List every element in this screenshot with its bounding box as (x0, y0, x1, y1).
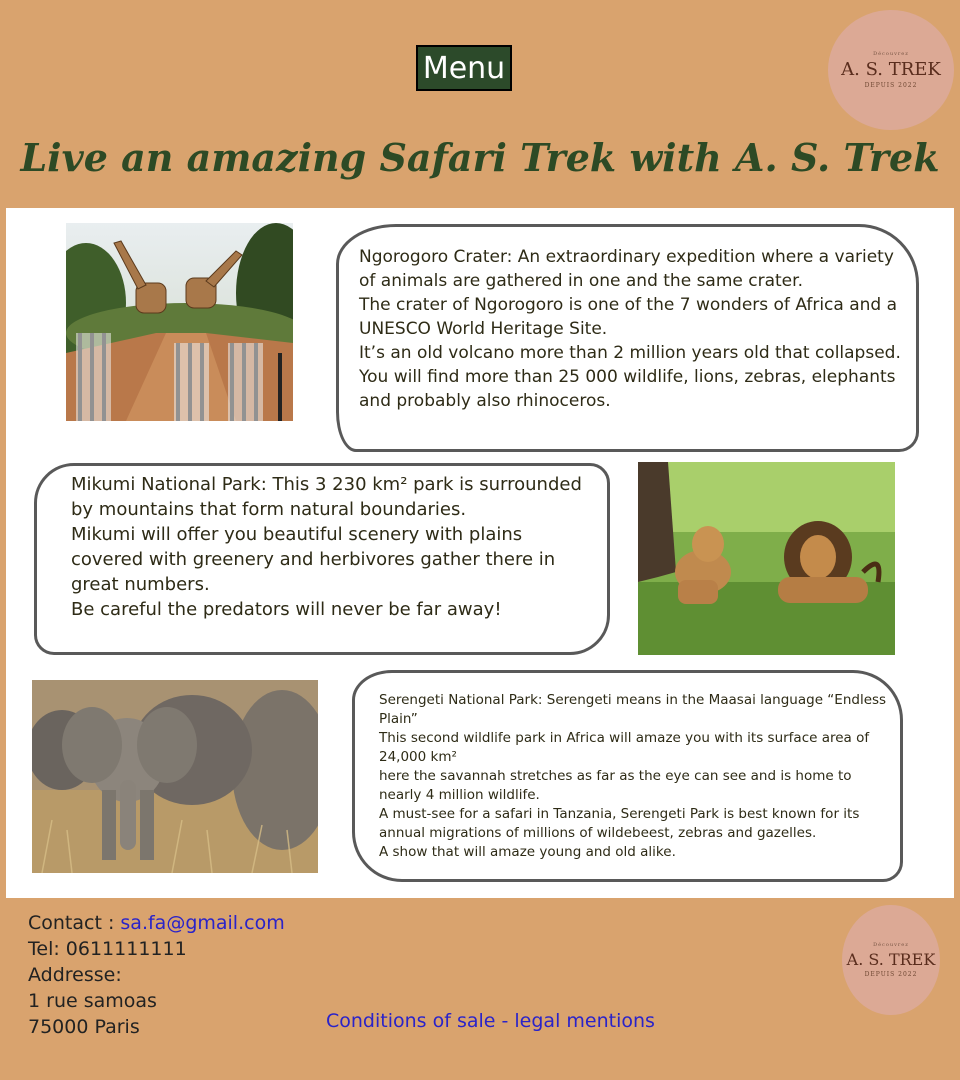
logo-since: DEPUIS 2022 (864, 82, 918, 89)
contact-line: Contact : sa.fa@gmail.com (28, 910, 285, 936)
legal-link[interactable]: Conditions of sale - legal mentions (326, 1010, 655, 1032)
text-line: Mikumi will offer you beautiful scenery … (71, 524, 556, 595)
text-line: Mikumi National Park: This 3 230 km² par… (71, 474, 582, 520)
text-line: The crater of Ngorogoro is one of the 7 … (359, 295, 898, 339)
text-line: A show that will amaze young and old ali… (379, 844, 676, 860)
email-link[interactable]: sa.fa@gmail.com (120, 912, 284, 934)
logo-name: A. S. TREK (846, 950, 936, 969)
text-line: Ngorogoro Crater: An extraordinary exped… (359, 247, 894, 291)
text-line: Be careful the predators will never be f… (71, 599, 502, 620)
giraffes-zebras-photo (66, 223, 293, 421)
brand-logo: Découvrez A. S. TREK DEPUIS 2022 (828, 10, 954, 130)
logo-since: DEPUIS 2022 (864, 971, 918, 978)
lions-photo (638, 462, 895, 655)
elephants-photo (32, 680, 318, 873)
page-title: Live an amazing Safari Trek with A. S. T… (20, 135, 940, 180)
text-line: here the savannah stretches as far as th… (379, 768, 852, 803)
logo-tagline: Découvrez (873, 942, 909, 948)
text-line: You will find more than 25 000 wildlife,… (359, 367, 896, 411)
text-line: A must-see for a safari in Tanzania, Ser… (379, 806, 860, 841)
address-street: 1 rue samoas (28, 990, 157, 1012)
text-line: This second wildlife park in Africa will… (379, 730, 870, 765)
serengeti-description: Serengeti National Park: Serengeti means… (352, 670, 903, 882)
text-line: Serengeti National Park: Serengeti means… (379, 692, 887, 727)
logo-tagline: Découvrez (873, 51, 909, 57)
ngorongoro-description: Ngorogoro Crater: An extraordinary exped… (336, 224, 919, 452)
menu-button[interactable]: Menu (416, 45, 512, 91)
address-label: Addresse: (28, 964, 122, 986)
mikumi-description: Mikumi National Park: This 3 230 km² par… (34, 463, 610, 655)
footer-contact: Contact : sa.fa@gmail.com Tel: 061111111… (28, 910, 285, 1040)
footer-logo: Découvrez A. S. TREK DEPUIS 2022 (842, 905, 940, 1015)
phone: Tel: 0611111111 (28, 938, 187, 960)
logo-name: A. S. TREK (841, 59, 941, 80)
address-city: 75000 Paris (28, 1016, 140, 1038)
text-line: It’s an old volcano more than 2 million … (359, 343, 901, 363)
contact-label: Contact : (28, 912, 121, 934)
